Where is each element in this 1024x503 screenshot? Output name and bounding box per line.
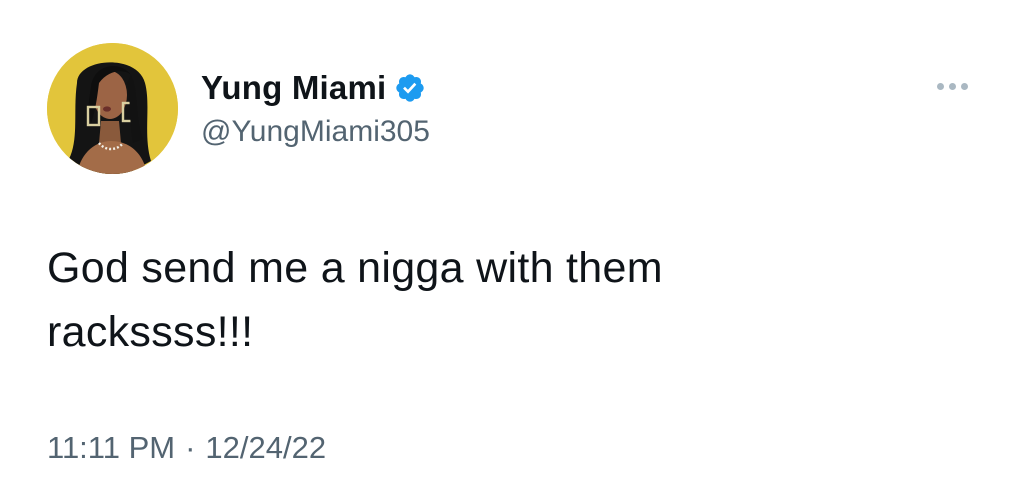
- more-dot: [960, 82, 968, 90]
- timestamp-separator: ·: [185, 430, 196, 465]
- tweet-text: God send me a nigga with them rackssss!!…: [47, 244, 663, 356]
- more-dot: [948, 82, 956, 90]
- more-options-icon[interactable]: [928, 74, 976, 98]
- author-handle[interactable]: @YungMiami305: [201, 115, 430, 149]
- avatar-photo: [47, 43, 178, 174]
- avatar[interactable]: [47, 43, 178, 174]
- author-name-row: Yung Miami: [201, 66, 426, 110]
- author-display-name[interactable]: Yung Miami: [201, 69, 386, 107]
- tweet-card: Yung Miami @YungMiami305 God send me a n…: [0, 0, 1024, 503]
- tweet-time: 11:11 PM: [47, 430, 176, 465]
- more-dot: [936, 82, 944, 90]
- tweet-timestamp[interactable]: 11:11 PM · 12/24/22: [47, 430, 326, 466]
- verified-badge-icon: [394, 72, 426, 104]
- tweet-date: 12/24/22: [205, 430, 327, 465]
